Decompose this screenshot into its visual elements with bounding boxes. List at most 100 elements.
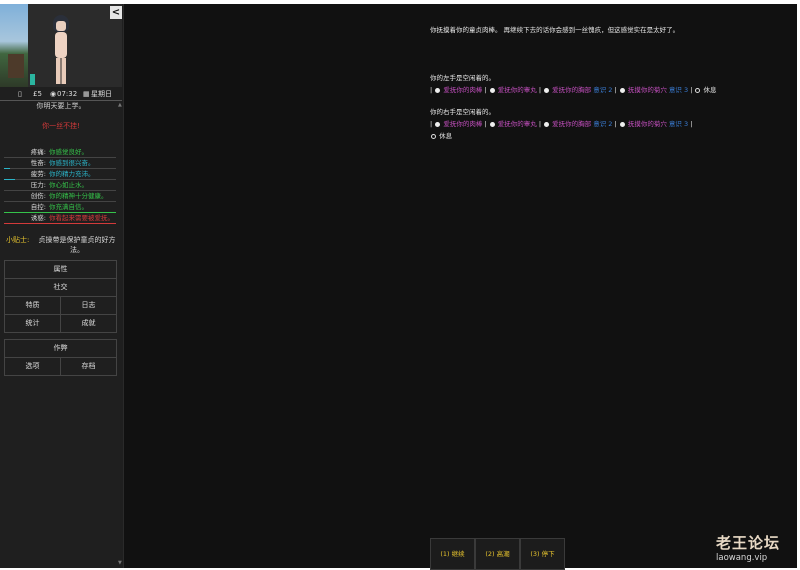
menu-button[interactable]: 特质 (5, 297, 60, 314)
tip-text: 贞操带是保护童贞的好方法。 (38, 236, 116, 254)
radio-icon[interactable] (489, 121, 495, 127)
status-icon: ▯ (18, 90, 22, 98)
collapse-sidebar-button[interactable]: < (110, 6, 122, 19)
menu-button[interactable]: 社交 (5, 279, 116, 296)
action-option[interactable]: 爱抚你的胸部 意识 2 (543, 86, 612, 94)
character-face (56, 21, 66, 31)
menu-row: 社交 (5, 278, 116, 296)
menu-button[interactable]: 成就 (60, 315, 116, 332)
menu-button[interactable]: 属性 (5, 261, 116, 278)
stat-value: 你充满自信。 (49, 203, 88, 211)
action-option[interactable]: 爱抚你的胸部 意识 2 (543, 120, 612, 128)
stat-bar-fill (4, 223, 116, 224)
menu-button[interactable]: 统计 (5, 315, 60, 332)
watermark-url: laowang.vip (716, 553, 768, 563)
radio-icon[interactable] (544, 121, 550, 127)
chevron-left-icon: < (111, 7, 121, 18)
right-hand-rest-line: 休息 (430, 130, 770, 142)
time-value: 07:32 (57, 90, 78, 98)
menu-row: 属性 (5, 261, 116, 278)
radio-icon[interactable] (619, 121, 625, 127)
action-option[interactable]: 抚摸你的菊穴 意识 3 (619, 86, 688, 94)
action-option-label: 爱抚你的睾丸 (497, 120, 537, 128)
stat-value: 你心如止水。 (49, 181, 88, 189)
rest-option[interactable]: 休息 (694, 86, 717, 94)
awareness-requirement: 意识 3 (668, 86, 689, 94)
stat-row: 诱惑: 你看起来需要被爱抚。 (4, 213, 118, 224)
radio-selected-icon[interactable] (695, 87, 701, 93)
school-notice: 你明天要上学。 (36, 102, 86, 110)
right-hand-options: | 爱抚你的肉棒 | 爱抚你的睾丸 | 爱抚你的胸部 意识 2 | 抚摸你的菊穴… (430, 120, 693, 128)
awareness-requirement: 意识 2 (593, 120, 613, 128)
rest-option-label: 休息 (439, 132, 453, 140)
rest-option-label: 休息 (703, 86, 717, 94)
action-option[interactable]: 爱抚你的肉棒 (434, 86, 482, 94)
story-area: 你抚摸着你的童贞肉棒。 再继续下去的话你会感到一丝愧疚，但这感觉实在是太好了。 … (124, 4, 797, 570)
day-value: 星期日 (91, 90, 112, 98)
stat-row: 疲劳: 你的精力充沛。 (4, 169, 118, 180)
menu-row: 特质 日志 (5, 296, 116, 314)
action-button[interactable]: (1) 继续 (430, 538, 475, 570)
awareness-requirement: 意识 2 (593, 86, 613, 94)
menu-button[interactable]: 作弊 (5, 340, 116, 357)
character-portrait (0, 4, 122, 87)
action-option-label: 抚摸你的菊穴 (627, 120, 667, 128)
calendar-icon: ▦ (83, 90, 90, 98)
story-text: 你抚摸着你的童贞肉棒。 再继续下去的话你会感到一丝愧疚，但这感觉实在是太好了。 … (430, 24, 770, 142)
stat-label: 自控: (30, 203, 46, 211)
money-value: £5 (33, 90, 42, 98)
awareness-requirement: 意识 3 (668, 120, 689, 128)
game-window: < ▯ £5 ◉ 07:32 ▦ 星期日 你明天要上学。 你一丝不挂! 疼痛: 你… (0, 4, 797, 570)
rest-option[interactable]: 休息 (430, 132, 452, 140)
radio-icon[interactable] (489, 87, 495, 93)
stat-label: 诱惑: (30, 214, 46, 222)
clothing-warning: 你一丝不挂! (42, 122, 80, 130)
stat-label: 性奋: (30, 159, 46, 167)
menu-row: 作弊 (5, 340, 116, 357)
radio-icon[interactable] (544, 87, 550, 93)
radio-icon[interactable] (619, 87, 625, 93)
action-option[interactable]: 抚摸你的菊穴 意识 3 (619, 120, 688, 128)
action-option[interactable]: 爱抚你的睾丸 (489, 86, 537, 94)
stat-label: 创伤: (30, 192, 46, 200)
action-button[interactable]: (3) 停下 (520, 538, 565, 570)
stat-label: 疼痛: (30, 148, 46, 156)
building-silhouette (8, 54, 24, 78)
menu-row: 统计 成就 (5, 314, 116, 332)
stat-value: 你感觉良好。 (49, 148, 88, 156)
stat-row: 性奋: 你感到很兴奋。 (4, 158, 118, 169)
stat-value: 你的精力充沛。 (49, 170, 95, 178)
watermark-title: 老王论坛 (716, 534, 781, 552)
room-background (28, 4, 122, 87)
watermark: 老王论坛 laowang.vip (716, 532, 796, 563)
menu-button[interactable]: 日志 (60, 297, 116, 314)
scroll-up-icon[interactable]: ▲ (118, 102, 122, 108)
left-hand-options: | 爱抚你的肉棒 | 爱抚你的睾丸 | 爱抚你的胸部 意识 2 | 抚摸你的菊穴… (430, 86, 717, 94)
menu-row: 选项 存档 (5, 357, 116, 375)
stat-row: 自控: 你充满自信。 (4, 202, 118, 213)
stats-panel: 疼痛: 你感觉良好。 性奋: 你感到很兴奋。 疲劳: 你的精力充沛。 压力: 你心如止水。 创伤… (4, 147, 118, 224)
menu-button[interactable]: 选项 (5, 358, 60, 375)
action-option[interactable]: 爱抚你的肉棒 (434, 120, 482, 128)
right-hand-title: 你的右手是空闲着的。 (430, 108, 495, 116)
radio-selected-icon[interactable] (431, 133, 436, 139)
radio-icon[interactable] (435, 87, 441, 93)
scroll-down-icon[interactable]: ▼ (118, 560, 122, 566)
action-button[interactable]: (2) 高潮 (475, 538, 520, 570)
character-body (55, 32, 67, 58)
action-option[interactable]: 爱抚你的睾丸 (489, 120, 537, 128)
stat-row: 压力: 你心如止水。 (4, 180, 118, 191)
stat-row: 创伤: 你的精神十分健康。 (4, 191, 118, 202)
radio-icon[interactable] (435, 121, 441, 127)
lamp-icon (30, 74, 35, 85)
stat-label: 疲劳: (30, 170, 46, 178)
action-option-label: 爱抚你的胸部 (552, 86, 592, 94)
stat-value: 你的精神十分健康。 (49, 192, 108, 200)
menu-button[interactable]: 存档 (60, 358, 116, 375)
action-option-label: 抚摸你的菊穴 (627, 86, 667, 94)
character-legs (56, 58, 66, 84)
left-hand-title: 你的左手是空闲着的。 (430, 74, 495, 82)
clock-icon: ◉ (50, 90, 57, 98)
system-menu: 作弊 选项 存档 (4, 339, 117, 376)
main-menu: 属性 社交 特质 日志 统计 成就 (4, 260, 117, 333)
